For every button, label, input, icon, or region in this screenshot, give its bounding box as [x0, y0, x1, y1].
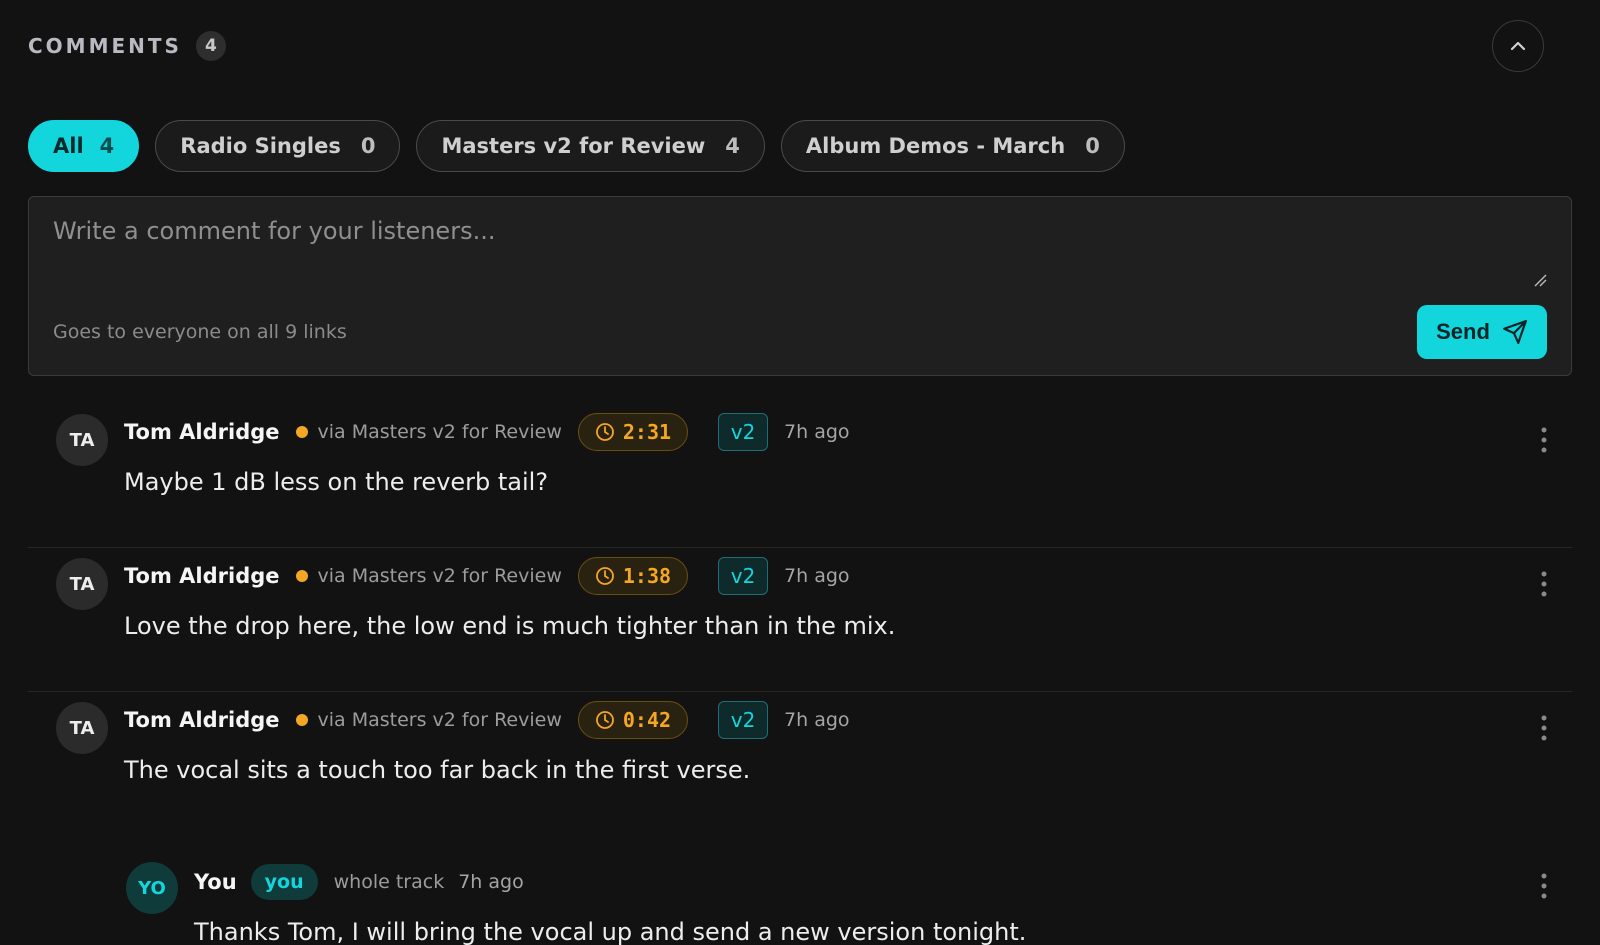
avatar: YO [126, 862, 178, 914]
reply-scope: whole track [333, 871, 445, 893]
tab-album-demos-march[interactable]: Album Demos - March 0 [780, 120, 1125, 172]
reply-item: YO You you whole track 7h ago Thanks Tom… [28, 862, 1572, 945]
comments-header: COMMENTS 4 [28, 0, 1572, 92]
tab-all[interactable]: All 4 [28, 120, 140, 172]
timestamp-value: 2:31 [622, 420, 672, 444]
send-button[interactable]: Send [1417, 305, 1547, 359]
version-badge: v2 [718, 557, 769, 595]
comment-time: 7h ago [784, 421, 850, 443]
avatar: TA [56, 414, 108, 466]
version-badge: v2 [718, 413, 769, 451]
clock-icon [595, 423, 614, 441]
tab-count: 0 [1085, 134, 1100, 158]
more-vertical-icon[interactable] [1536, 426, 1552, 454]
version-badge: v2 [718, 701, 769, 739]
comments-panel: COMMENTS 4 All 4 Radio Singles 0 Masters… [0, 0, 1600, 945]
comment-input[interactable] [29, 197, 1571, 297]
tab-count: 4 [99, 134, 115, 158]
clock-icon [595, 711, 614, 729]
status-dot [295, 714, 308, 726]
link-filter-tabs: All 4 Radio Singles 0 Masters v2 for Rev… [28, 120, 1572, 172]
tab-label: Radio Singles [180, 134, 341, 158]
reply-text: Thanks Tom, I will bring the vocal up an… [194, 918, 1027, 945]
comment-list: TA Tom Aldridge via Masters v2 for Revie… [28, 412, 1572, 945]
comment-text: Maybe 1 dB less on the reverb tail? [124, 468, 549, 496]
tab-label: All [53, 134, 84, 158]
status-dot [295, 570, 308, 582]
timestamp-chip[interactable]: 2:31 [577, 413, 689, 451]
you-badge: you [250, 864, 318, 900]
comment-author: Tom Aldridge [124, 420, 280, 444]
more-vertical-icon[interactable] [1536, 872, 1552, 900]
comments-title: COMMENTS [28, 34, 182, 58]
send-icon [1502, 320, 1527, 344]
comment-author: Tom Aldridge [124, 564, 280, 588]
comment-author: Tom Aldridge [124, 708, 280, 732]
comment-source: via Masters v2 for Review [317, 421, 562, 443]
reply-time: 7h ago [458, 871, 524, 893]
reply-author: You [194, 870, 237, 894]
send-label: Send [1436, 319, 1490, 344]
tab-masters-v2-for-review[interactable]: Masters v2 for Review 4 [416, 120, 765, 172]
comment-source: via Masters v2 for Review [317, 565, 562, 587]
comment-meta: Tom Aldridge via Masters v2 for Review 1… [124, 556, 1572, 596]
comment-meta: Tom Aldridge via Masters v2 for Review 0… [124, 700, 1572, 740]
comment-time: 7h ago [784, 565, 850, 587]
comment-source: via Masters v2 for Review [317, 709, 562, 731]
tab-count: 0 [360, 134, 376, 158]
comments-count-badge: 4 [195, 31, 226, 61]
status-dot [295, 426, 308, 438]
tab-count: 4 [725, 134, 740, 158]
timestamp-value: 0:42 [622, 708, 672, 732]
comment-item: TA Tom Aldridge via Masters v2 for Revie… [28, 556, 1572, 692]
reply-meta: You you whole track 7h ago [194, 862, 1572, 902]
avatar: TA [56, 558, 108, 610]
tab-radio-singles[interactable]: Radio Singles 0 [155, 120, 401, 172]
tab-label: Masters v2 for Review [441, 134, 706, 158]
comment-composer: Goes to everyone on all 9 links Send [28, 196, 1572, 376]
avatar: TA [56, 702, 108, 754]
resize-handle-icon[interactable] [1533, 273, 1547, 287]
comment-text: Love the drop here, the low end is much … [124, 612, 896, 640]
comment-item: TA Tom Aldridge via Masters v2 for Revie… [28, 412, 1572, 548]
chevron-up-icon [1510, 41, 1526, 51]
more-vertical-icon[interactable] [1536, 570, 1552, 598]
clock-icon [595, 567, 614, 585]
collapse-button[interactable] [1492, 20, 1544, 72]
timestamp-chip[interactable]: 1:38 [577, 557, 689, 595]
timestamp-value: 1:38 [622, 564, 672, 588]
comment-time: 7h ago [784, 709, 850, 731]
tab-label: Album Demos - March [805, 134, 1066, 158]
comment-item: TA Tom Aldridge via Masters v2 for Revie… [28, 700, 1572, 840]
more-vertical-icon[interactable] [1536, 714, 1552, 742]
timestamp-chip[interactable]: 0:42 [577, 701, 689, 739]
composer-hint: Goes to everyone on all 9 links [53, 321, 347, 343]
comment-text: The vocal sits a touch too far back in t… [124, 756, 751, 784]
comment-meta: Tom Aldridge via Masters v2 for Review 2… [124, 412, 1572, 452]
